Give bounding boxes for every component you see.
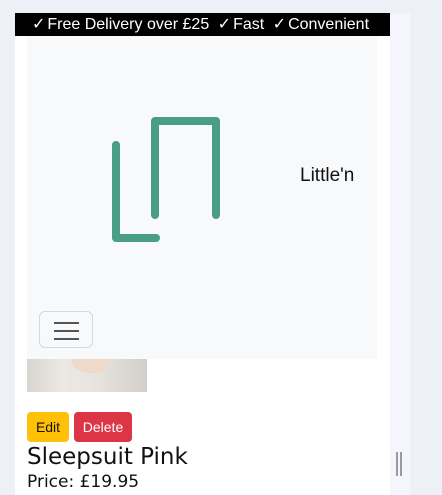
- brand-name[interactable]: Little'n: [300, 165, 354, 187]
- product-image[interactable]: [27, 359, 147, 392]
- promo-item: Fast: [233, 16, 265, 33]
- promo-item: Convenient: [288, 16, 370, 33]
- check-icon: ✓: [31, 16, 46, 33]
- check-icon: ✓: [217, 16, 232, 33]
- brand-logo-icon[interactable]: [103, 108, 223, 243]
- promo-item: Free Delivery over £25: [47, 16, 210, 33]
- product-price: Price: £19.95: [27, 472, 140, 492]
- product-title: Sleepsuit Pink: [27, 444, 188, 470]
- promo-banner: ✓ Free Delivery over £25 ✓ Fast ✓ Convenien…: [15, 13, 390, 36]
- check-icon: ✓: [272, 16, 287, 33]
- edit-button[interactable]: Edit: [27, 412, 69, 442]
- resize-handle[interactable]: [396, 452, 404, 476]
- scroll-track[interactable]: [390, 13, 410, 495]
- delete-button[interactable]: Delete: [74, 412, 132, 442]
- menu-toggle-button[interactable]: [39, 311, 93, 348]
